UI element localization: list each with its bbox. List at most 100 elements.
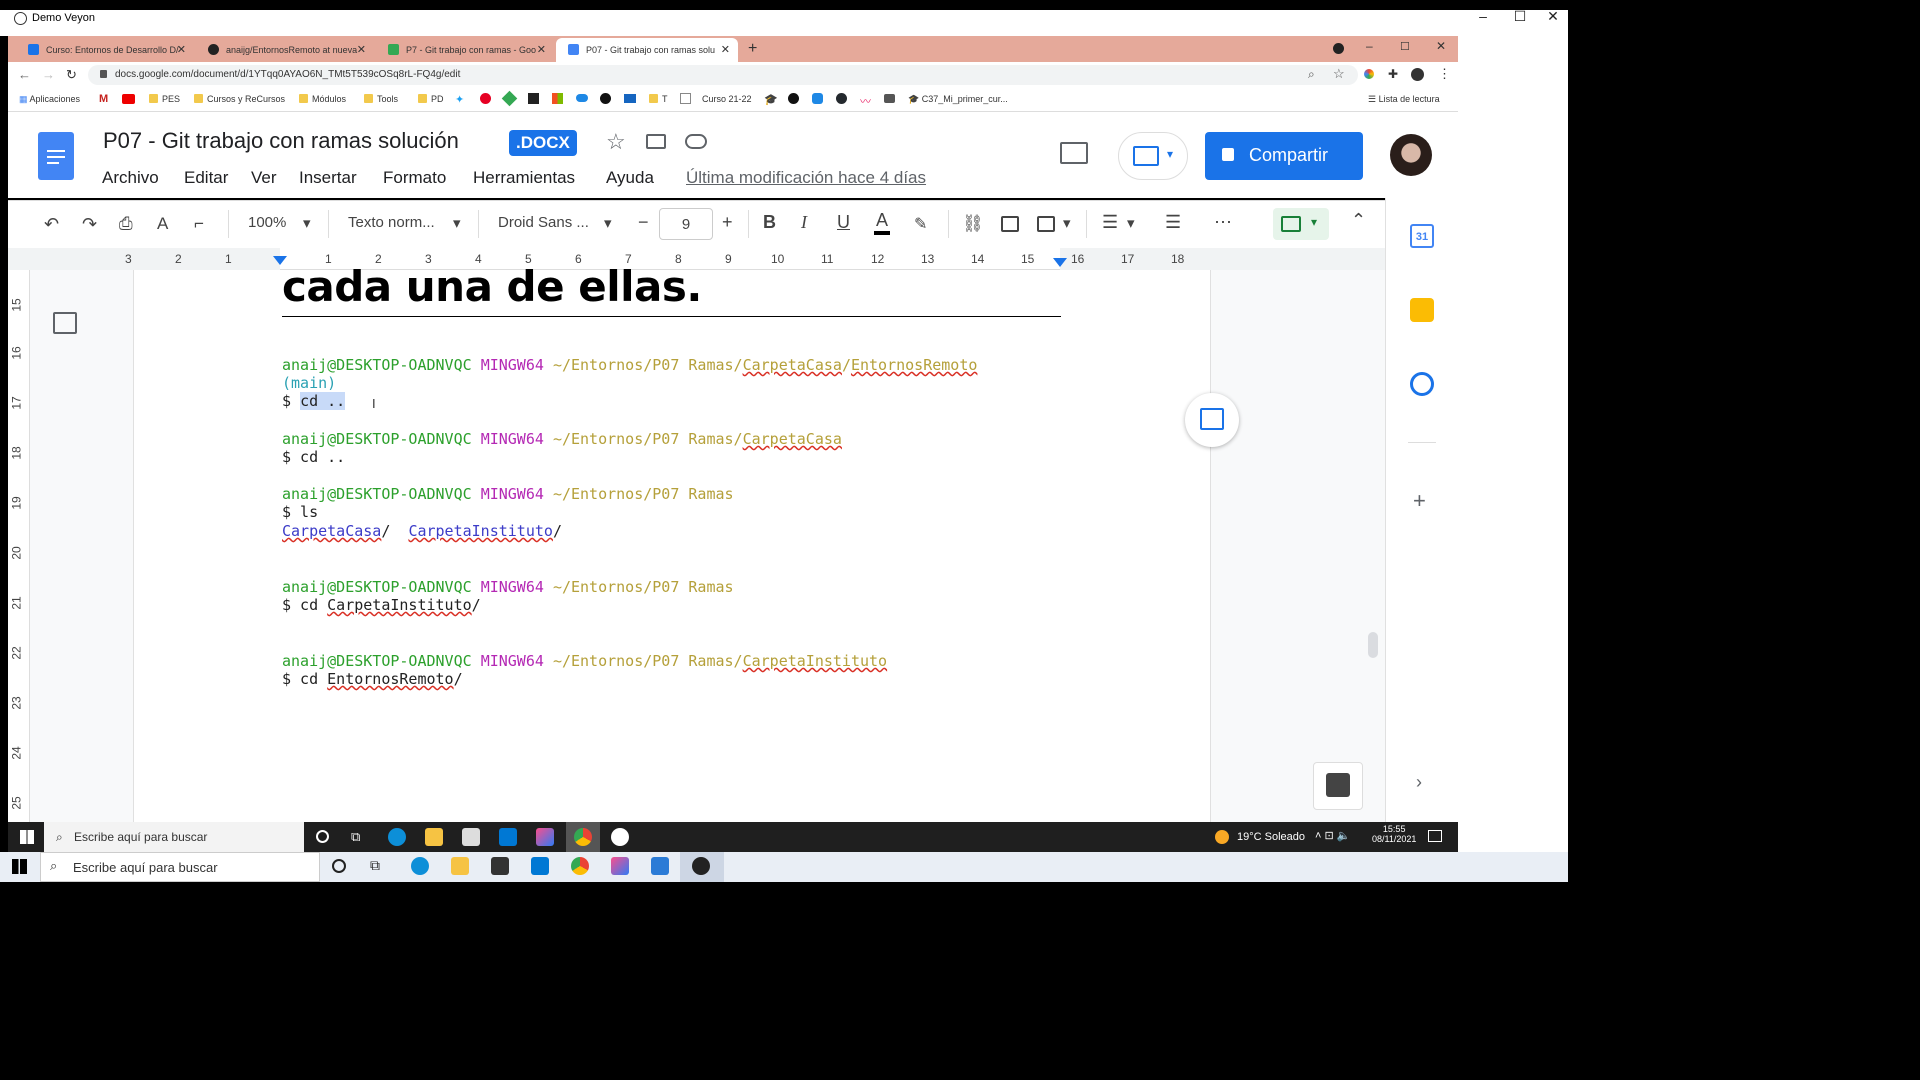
jetbrains-icon[interactable] (536, 828, 554, 846)
add-addon-icon[interactable]: + (1413, 488, 1426, 514)
inner-search-box[interactable]: Escribe aquí para buscar (44, 822, 304, 852)
move-folder-icon[interactable] (646, 134, 666, 149)
chevron-down-icon[interactable]: ▾ (604, 214, 612, 232)
page-icon[interactable] (680, 93, 691, 104)
underline-button[interactable]: U (837, 212, 850, 233)
highlight-icon[interactable]: ✎ (914, 214, 927, 234)
chevron-right-icon[interactable]: › (1416, 772, 1422, 793)
style-select[interactable]: Texto norm... (348, 214, 435, 231)
text-color-button[interactable]: A (874, 210, 891, 235)
mail-icon[interactable] (624, 94, 636, 103)
tasks-icon[interactable] (1410, 372, 1434, 396)
chevron-down-icon[interactable]: ▾ (453, 214, 461, 232)
chrome-menu-icon[interactable]: ⋮ (1438, 66, 1451, 82)
link-icon[interactable]: ⛓ (962, 214, 984, 234)
teams-icon[interactable] (812, 93, 823, 104)
host-jetbrains-icon[interactable] (611, 857, 629, 875)
circle-icon[interactable] (788, 93, 799, 104)
document-title[interactable]: P07 - Git trabajo con ramas solución (103, 128, 459, 154)
chrome-close-button[interactable]: ✕ (1436, 39, 1446, 53)
undo-icon[interactable]: ↶ (44, 214, 59, 235)
paint-format-icon[interactable]: ⌐ (194, 214, 204, 234)
host-mail-icon[interactable] (531, 857, 549, 875)
menu-insertar[interactable]: Insertar (299, 168, 357, 188)
close-tab-icon[interactable]: ✕ (721, 43, 730, 56)
back-icon[interactable]: ← (18, 67, 31, 82)
add-comment-floating-button[interactable] (1185, 393, 1239, 447)
more-button[interactable]: ⋯ (1214, 212, 1232, 233)
cortana-icon[interactable] (316, 830, 329, 843)
menu-archivo[interactable]: Archivo (102, 168, 159, 188)
reading-list[interactable]: ☰ Lista de lectura (1368, 94, 1440, 105)
font-size-input[interactable]: 9 (659, 208, 713, 240)
edge-icon[interactable] (388, 828, 406, 846)
tray-icons[interactable]: ˄ ⊡ 🔈 (1315, 829, 1350, 842)
notifications-icon[interactable] (1428, 830, 1442, 842)
bookmark-folder-cursos[interactable]: Cursos y ReCursos (194, 94, 285, 104)
forward-icon[interactable]: → (42, 67, 55, 82)
document-outline-icon[interactable] (53, 312, 77, 334)
menu-ver[interactable]: Ver (251, 168, 277, 188)
host-cortana-icon[interactable] (332, 859, 346, 873)
scrollbar-thumb[interactable] (1368, 632, 1378, 658)
menu-ayuda[interactable]: Ayuda (606, 168, 654, 188)
graduation-icon[interactable]: 🎓 (764, 93, 778, 106)
italic-button[interactable]: I (801, 212, 807, 233)
host-windows-start-icon[interactable] (12, 859, 27, 874)
host-store-icon[interactable] (491, 857, 509, 875)
host-vscode-icon[interactable] (651, 857, 669, 875)
keep-icon[interactable] (1410, 298, 1434, 322)
collapse-menu-button[interactable]: ⌃ (1351, 210, 1366, 231)
maximize-button[interactable]: ☐ (1505, 8, 1535, 25)
cloud-status-icon[interactable] (685, 134, 707, 149)
bookmark-folder-pes[interactable]: PES (149, 94, 180, 104)
host-explorer-icon[interactable] (451, 857, 469, 875)
insert-image-icon[interactable] (1037, 216, 1055, 232)
tab-drive[interactable]: P7 - Git trabajo con ramas - Goo ✕ (376, 38, 554, 62)
chevron-down-icon[interactable]: ▾ (1063, 214, 1071, 232)
chrome-icon[interactable] (574, 828, 592, 846)
avatar-icon[interactable] (1411, 68, 1424, 81)
host-chrome-icon[interactable] (571, 857, 589, 875)
add-comment-icon[interactable] (1001, 216, 1019, 232)
print-icon[interactable]: ⎙ (119, 214, 133, 234)
right-indent-handle[interactable] (1053, 258, 1067, 267)
bookmark-c37[interactable]: 🎓 C37_Mi_primer_cur... (908, 94, 1008, 105)
twitter-icon[interactable]: ✦ (455, 93, 464, 106)
store-icon[interactable] (462, 828, 480, 846)
zoom-select[interactable]: 100% (248, 214, 286, 231)
dark-icon[interactable] (884, 94, 895, 103)
user-avatar[interactable] (1390, 134, 1432, 176)
close-button[interactable]: ✕ (1538, 8, 1568, 25)
comments-icon[interactable] (1060, 142, 1088, 164)
mail-app-icon[interactable] (499, 828, 517, 846)
chevron-down-icon[interactable]: ▾ (1127, 214, 1135, 232)
star-doc-icon[interactable]: ☆ (606, 129, 626, 155)
bookmark-folder-pd[interactable]: PD (418, 94, 444, 104)
align-icon[interactable]: ☰ (1102, 212, 1118, 233)
profile-dot-icon[interactable] (1333, 43, 1344, 54)
onedrive-icon[interactable] (576, 94, 588, 102)
microsoft-icon[interactable] (552, 93, 563, 104)
menu-formato[interactable]: Formato (383, 168, 446, 188)
close-tab-icon[interactable]: ✕ (177, 43, 186, 56)
bookmark-folder-t[interactable]: T (649, 94, 668, 104)
increase-font-button[interactable]: + (722, 212, 733, 233)
pinterest-icon[interactable] (480, 93, 491, 104)
minimize-button[interactable]: – (1468, 8, 1498, 24)
docs-logo-icon[interactable] (38, 132, 74, 180)
star-icon[interactable]: ☆ (1333, 66, 1345, 82)
host-edge-icon[interactable] (411, 857, 429, 875)
extension-color-icon[interactable] (1364, 69, 1374, 79)
weather-text[interactable]: 19°C Soleado (1237, 831, 1305, 843)
wave-icon[interactable]: 〰 (860, 93, 871, 109)
chrome-minimize-button[interactable]: – (1366, 39, 1373, 53)
calendar-icon[interactable]: 31 (1410, 224, 1434, 248)
bold-button[interactable]: B (763, 212, 776, 233)
gmail-icon[interactable]: M (99, 93, 108, 105)
chevron-down-icon[interactable]: ▾ (303, 214, 311, 232)
chrome-restore-button[interactable]: ☐ (1400, 40, 1410, 53)
present-button[interactable]: ▾ (1118, 132, 1188, 180)
new-tab-button[interactable]: + (748, 40, 757, 58)
youtube-icon[interactable] (122, 94, 135, 104)
